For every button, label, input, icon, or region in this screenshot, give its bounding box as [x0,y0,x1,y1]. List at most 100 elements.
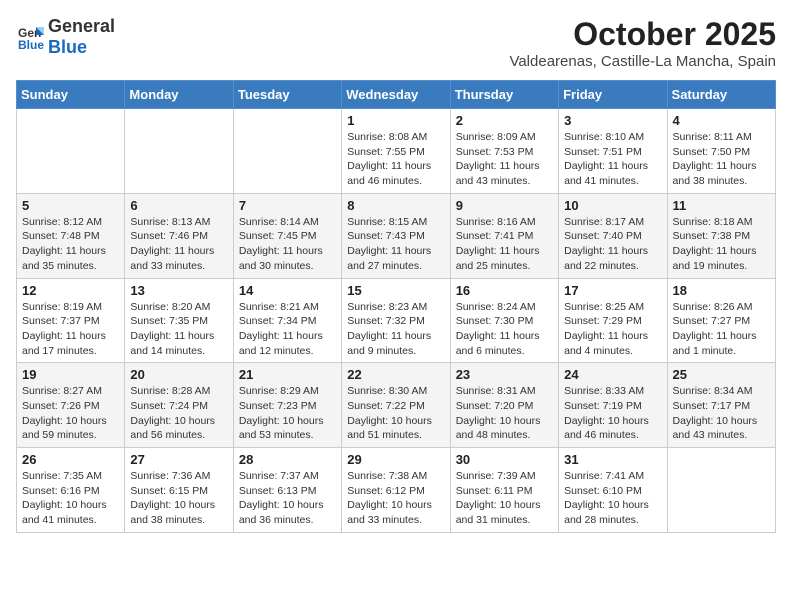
calendar-day-20: 20 Sunrise: 8:28 AM Sunset: 7:24 PM Dayli… [125,363,233,448]
calendar-day-27: 27 Sunrise: 7:36 AM Sunset: 6:15 PM Dayli… [125,448,233,533]
logo-icon: Gen Blue [16,23,44,51]
day-info: Sunrise: 8:15 AM Sunset: 7:43 PM Dayligh… [347,215,444,274]
calendar-day-1: 1 Sunrise: 8:08 AM Sunset: 7:55 PM Daylig… [342,109,450,194]
calendar-day-30: 30 Sunrise: 7:39 AM Sunset: 6:11 PM Dayli… [450,448,558,533]
day-info: Sunrise: 7:36 AM Sunset: 6:15 PM Dayligh… [130,469,227,528]
day-info: Sunrise: 8:19 AM Sunset: 7:37 PM Dayligh… [22,300,119,359]
day-info: Sunrise: 7:37 AM Sunset: 6:13 PM Dayligh… [239,469,336,528]
day-info: Sunrise: 8:09 AM Sunset: 7:53 PM Dayligh… [456,130,553,189]
day-number: 4 [673,113,770,128]
day-info: Sunrise: 7:38 AM Sunset: 6:12 PM Dayligh… [347,469,444,528]
day-info: Sunrise: 8:11 AM Sunset: 7:50 PM Dayligh… [673,130,770,189]
calendar-day-5: 5Sunrise: 8:12 AM Sunset: 7:48 PM Daylig… [17,193,125,278]
calendar-day-14: 14 Sunrise: 8:21 AM Sunset: 7:34 PM Dayli… [233,278,341,363]
day-info: Sunrise: 8:18 AM Sunset: 7:38 PM Dayligh… [673,215,770,274]
calendar-day-31: 31Sunrise: 7:41 AM Sunset: 6:10 PM Dayli… [559,448,667,533]
day-number: 29 [347,452,444,467]
calendar-day-25: 25 Sunrise: 8:34 AM Sunset: 7:17 PM Dayli… [667,363,775,448]
calendar-day-10: 10 Sunrise: 8:17 AM Sunset: 7:40 PM Dayli… [559,193,667,278]
calendar-day-4: 4 Sunrise: 8:11 AM Sunset: 7:50 PM Daylig… [667,109,775,194]
month-title: October 2025 [509,16,776,53]
day-info: Sunrise: 8:34 AM Sunset: 7:17 PM Dayligh… [673,384,770,443]
weekday-header-monday: Monday [125,81,233,109]
day-info: Sunrise: 8:27 AM Sunset: 7:26 PM Dayligh… [22,384,119,443]
day-number: 16 [456,283,553,298]
day-number: 18 [673,283,770,298]
day-number: 9 [456,198,553,213]
day-number: 26 [22,452,119,467]
location-subtitle: Valdearenas, Castille-La Mancha, Spain [509,53,776,70]
calendar-week-row: 12Sunrise: 8:19 AM Sunset: 7:37 PM Dayli… [17,278,776,363]
calendar-day-6: 6 Sunrise: 8:13 AM Sunset: 7:46 PM Daylig… [125,193,233,278]
day-info: Sunrise: 8:23 AM Sunset: 7:32 PM Dayligh… [347,300,444,359]
calendar-empty-cell [125,109,233,194]
day-number: 13 [130,283,227,298]
calendar-day-16: 16 Sunrise: 8:24 AM Sunset: 7:30 PM Dayli… [450,278,558,363]
calendar-day-21: 21 Sunrise: 8:29 AM Sunset: 7:23 PM Dayli… [233,363,341,448]
weekday-header-tuesday: Tuesday [233,81,341,109]
day-number: 30 [456,452,553,467]
svg-text:Blue: Blue [18,38,44,51]
day-number: 20 [130,367,227,382]
calendar-empty-cell [233,109,341,194]
calendar-day-19: 19Sunrise: 8:27 AM Sunset: 7:26 PM Dayli… [17,363,125,448]
day-info: Sunrise: 8:31 AM Sunset: 7:20 PM Dayligh… [456,384,553,443]
title-area: October 2025 Valdearenas, Castille-La Ma… [509,16,776,70]
day-number: 15 [347,283,444,298]
calendar-day-8: 8 Sunrise: 8:15 AM Sunset: 7:43 PM Daylig… [342,193,450,278]
day-number: 3 [564,113,661,128]
calendar-table: SundayMondayTuesdayWednesdayThursdayFrid… [16,80,776,533]
logo-text-blue: Blue [48,37,87,57]
calendar-day-28: 28Sunrise: 7:37 AM Sunset: 6:13 PM Dayli… [233,448,341,533]
day-info: Sunrise: 8:12 AM Sunset: 7:48 PM Dayligh… [22,215,119,274]
weekday-header-row: SundayMondayTuesdayWednesdayThursdayFrid… [17,81,776,109]
day-info: Sunrise: 8:33 AM Sunset: 7:19 PM Dayligh… [564,384,661,443]
day-info: Sunrise: 7:41 AM Sunset: 6:10 PM Dayligh… [564,469,661,528]
calendar-week-row: 26 Sunrise: 7:35 AM Sunset: 6:16 PM Dayli… [17,448,776,533]
day-info: Sunrise: 8:13 AM Sunset: 7:46 PM Dayligh… [130,215,227,274]
calendar-day-24: 24Sunrise: 8:33 AM Sunset: 7:19 PM Dayli… [559,363,667,448]
day-info: Sunrise: 7:39 AM Sunset: 6:11 PM Dayligh… [456,469,553,528]
calendar-day-23: 23 Sunrise: 8:31 AM Sunset: 7:20 PM Dayli… [450,363,558,448]
calendar-day-9: 9 Sunrise: 8:16 AM Sunset: 7:41 PM Daylig… [450,193,558,278]
day-number: 14 [239,283,336,298]
logo-text-general: General [48,16,115,36]
day-number: 1 [347,113,444,128]
day-number: 8 [347,198,444,213]
day-info: Sunrise: 8:21 AM Sunset: 7:34 PM Dayligh… [239,300,336,359]
calendar-empty-cell [17,109,125,194]
day-info: Sunrise: 8:08 AM Sunset: 7:55 PM Dayligh… [347,130,444,189]
day-number: 17 [564,283,661,298]
calendar-day-7: 7Sunrise: 8:14 AM Sunset: 7:45 PM Daylig… [233,193,341,278]
calendar-day-2: 2Sunrise: 8:09 AM Sunset: 7:53 PM Daylig… [450,109,558,194]
day-number: 10 [564,198,661,213]
day-info: Sunrise: 8:10 AM Sunset: 7:51 PM Dayligh… [564,130,661,189]
calendar-day-22: 22 Sunrise: 8:30 AM Sunset: 7:22 PM Dayli… [342,363,450,448]
day-number: 6 [130,198,227,213]
day-info: Sunrise: 7:35 AM Sunset: 6:16 PM Dayligh… [22,469,119,528]
day-info: Sunrise: 8:30 AM Sunset: 7:22 PM Dayligh… [347,384,444,443]
day-info: Sunrise: 8:28 AM Sunset: 7:24 PM Dayligh… [130,384,227,443]
day-info: Sunrise: 8:17 AM Sunset: 7:40 PM Dayligh… [564,215,661,274]
calendar-day-17: 17 Sunrise: 8:25 AM Sunset: 7:29 PM Dayli… [559,278,667,363]
day-number: 7 [239,198,336,213]
calendar-day-26: 26 Sunrise: 7:35 AM Sunset: 6:16 PM Dayli… [17,448,125,533]
day-number: 22 [347,367,444,382]
day-info: Sunrise: 8:24 AM Sunset: 7:30 PM Dayligh… [456,300,553,359]
calendar-day-29: 29 Sunrise: 7:38 AM Sunset: 6:12 PM Dayli… [342,448,450,533]
day-number: 21 [239,367,336,382]
weekday-header-friday: Friday [559,81,667,109]
calendar-week-row: 1 Sunrise: 8:08 AM Sunset: 7:55 PM Daylig… [17,109,776,194]
logo: Gen Blue General Blue [16,16,115,58]
day-info: Sunrise: 8:25 AM Sunset: 7:29 PM Dayligh… [564,300,661,359]
day-number: 25 [673,367,770,382]
day-number: 23 [456,367,553,382]
weekday-header-thursday: Thursday [450,81,558,109]
day-info: Sunrise: 8:16 AM Sunset: 7:41 PM Dayligh… [456,215,553,274]
calendar-day-11: 11Sunrise: 8:18 AM Sunset: 7:38 PM Dayli… [667,193,775,278]
day-info: Sunrise: 8:29 AM Sunset: 7:23 PM Dayligh… [239,384,336,443]
calendar-day-13: 13Sunrise: 8:20 AM Sunset: 7:35 PM Dayli… [125,278,233,363]
weekday-header-saturday: Saturday [667,81,775,109]
calendar-day-12: 12Sunrise: 8:19 AM Sunset: 7:37 PM Dayli… [17,278,125,363]
day-number: 27 [130,452,227,467]
